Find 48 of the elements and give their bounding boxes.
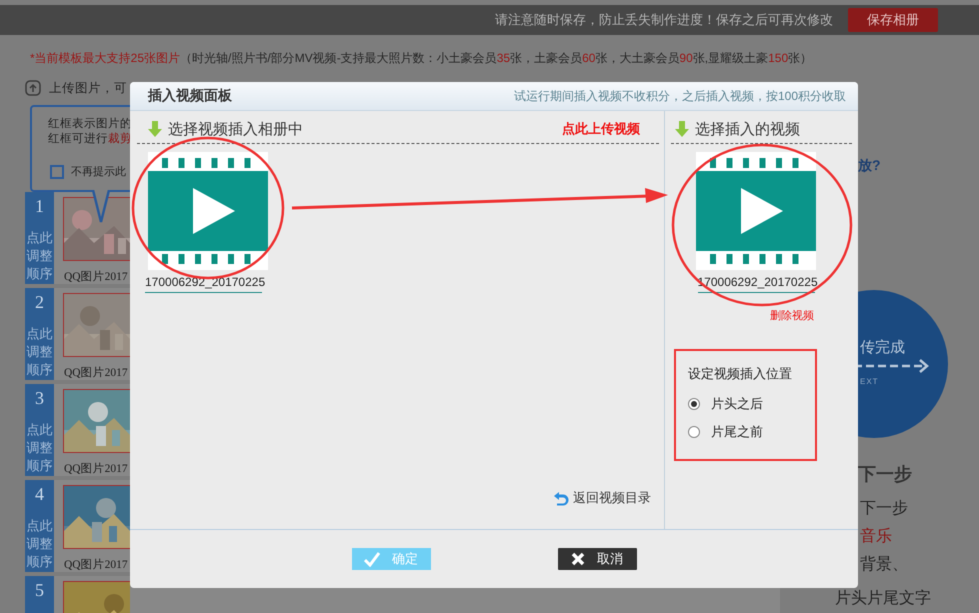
photo-caption: QQ图片2017 [64, 558, 129, 572]
step-text: 片头片尾文字 [835, 590, 932, 608]
upload-hint: 上传图片，可 [49, 80, 127, 96]
reorder-handle[interactable]: 点此调整顺序 [26, 421, 52, 475]
radio-label: 片头之后 [711, 395, 763, 413]
step-text: 下一步 [859, 500, 909, 518]
photo-number: 3 [35, 388, 44, 409]
down-arrow-icon [675, 121, 689, 137]
tooltip-text: 红框可进行裁剪 [48, 132, 132, 147]
upload-video-link[interactable]: 点此上传视频 [562, 120, 640, 138]
photo-number: 4 [35, 484, 44, 505]
position-title: 设定视频插入位置 [688, 365, 793, 383]
next-step-heading: 下一步 [858, 463, 913, 486]
section-heading: 选择插入的视频 [695, 120, 800, 138]
photo-caption: QQ图片2017 [64, 270, 129, 284]
photo-number: 2 [35, 292, 44, 313]
photo-number: 5 [35, 580, 44, 601]
fee-notice: 试运行期间插入视频不收积分，之后插入视频，按100积分收取 [514, 88, 846, 104]
next-label: EXT [860, 377, 880, 386]
back-to-videos-link[interactable]: 返回视频目录 [553, 489, 651, 507]
step-text: 背景、 [859, 556, 909, 574]
radio-button[interactable] [688, 426, 700, 438]
down-arrow-icon [148, 121, 162, 137]
step-text: 音乐 [859, 528, 893, 546]
section-heading: 选择视频插入相册中 [168, 120, 303, 138]
photo-limit-notice: *当前模板最大支持25张图片（时光轴/照片书/部分MV视频-支持最大照片数：小土豪会员35张，土豪会员60张，大土豪会员90张,显耀级土豪150张） [30, 51, 812, 65]
checkbox[interactable] [50, 164, 64, 178]
return-icon [553, 490, 569, 506]
upload-done-label: 传完成 [860, 338, 906, 357]
help-link[interactable]: 放? [858, 157, 979, 175]
radio-label: 片尾之前 [711, 423, 763, 441]
video-thumbnail[interactable] [696, 152, 816, 270]
checkbox-label: 不再提示此 [71, 165, 126, 179]
photo-caption: QQ图片2017 [64, 366, 129, 380]
video-thumbnail[interactable] [148, 152, 268, 270]
dialog-title: 插入视频面板 [148, 87, 232, 105]
photo-number: 1 [35, 196, 44, 217]
photo-caption: QQ图片2017 [64, 462, 129, 476]
save-album-button[interactable]: 保存相册 [848, 8, 938, 32]
close-icon [571, 552, 585, 566]
upload-icon[interactable] [25, 80, 41, 96]
reorder-handle[interactable]: 点此调整顺序 [26, 517, 52, 571]
cancel-button[interactable]: 取消 [558, 548, 636, 570]
reorder-handle[interactable]: 点此调整顺序 [26, 325, 52, 379]
radio-button[interactable] [688, 398, 700, 410]
save-reminder: 请注意随时保存，防止丢失制作进度！保存之后可再次修改 [495, 11, 833, 29]
check-icon [364, 551, 380, 567]
reorder-handle[interactable]: 点此调整顺序 [26, 229, 52, 283]
